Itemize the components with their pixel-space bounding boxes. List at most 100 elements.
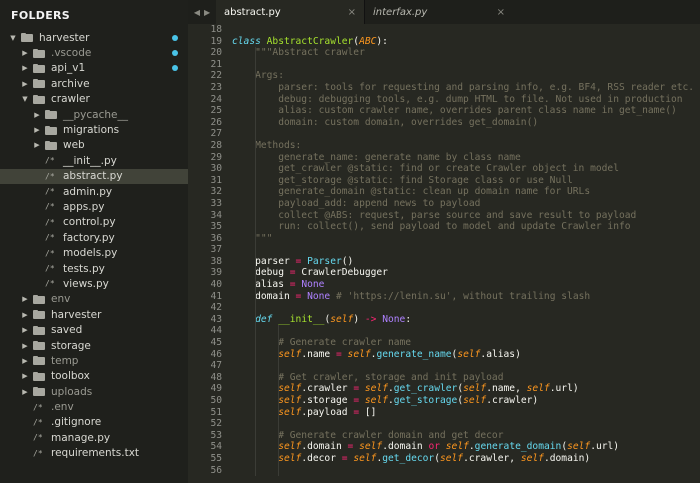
code-token: parser: tools for requesting and parsing… bbox=[232, 81, 695, 93]
code-token: debug: debugging tools, e.g. dump HTML t… bbox=[232, 93, 683, 105]
folder-item[interactable]: ▶ temp bbox=[0, 353, 188, 368]
disclosure-closed-icon[interactable]: ▶ bbox=[20, 372, 30, 380]
line-number: 48 bbox=[210, 371, 222, 383]
disclosure-closed-icon[interactable]: ▶ bbox=[20, 80, 30, 88]
file-item[interactable]: /* models.py bbox=[0, 245, 188, 260]
disclosure-closed-icon[interactable]: ▶ bbox=[20, 295, 30, 303]
code-token: payload_add: append news to payload bbox=[232, 197, 481, 209]
code-text: Methods: bbox=[222, 139, 301, 152]
code-text: """Abstract crawler bbox=[222, 47, 365, 59]
code-token: self bbox=[278, 441, 302, 453]
file-item[interactable]: /* tests.py bbox=[0, 261, 188, 276]
disclosure-closed-icon[interactable]: ▶ bbox=[20, 357, 30, 365]
folder-item[interactable]: ▶ .vscode bbox=[0, 45, 188, 60]
file-item[interactable]: /* factory.py bbox=[0, 230, 188, 245]
disclosure-closed-icon[interactable]: ▶ bbox=[32, 111, 42, 119]
disclosure-open-icon[interactable]: ▼ bbox=[20, 95, 30, 103]
folder-item[interactable]: ▶ toolbox bbox=[0, 369, 188, 384]
folder-item[interactable]: ▶ harvester bbox=[0, 307, 188, 322]
disclosure-closed-icon[interactable]: ▶ bbox=[20, 49, 30, 57]
file-icon: /* bbox=[33, 402, 43, 412]
code-token: generate_domain @static: clean up domain… bbox=[232, 186, 591, 198]
close-icon[interactable]: × bbox=[497, 7, 505, 18]
indent-guide bbox=[278, 348, 279, 361]
code-text: generate_domain @static: clean up domain… bbox=[222, 186, 590, 198]
line-number: 42 bbox=[210, 302, 222, 314]
folder-item[interactable]: ▼ crawler bbox=[0, 92, 188, 107]
file-icon: /* bbox=[45, 279, 55, 289]
code-token: self bbox=[278, 395, 302, 406]
file-icon: /* bbox=[45, 217, 55, 227]
disclosure-closed-icon[interactable]: ▶ bbox=[20, 326, 30, 334]
file-item[interactable]: /* manage.py bbox=[0, 430, 188, 445]
indent-guide bbox=[255, 337, 256, 349]
code-token: domain bbox=[232, 290, 296, 302]
disclosure-closed-icon[interactable]: ▶ bbox=[32, 141, 42, 149]
code-text: parser: tools for requesting and parsing… bbox=[222, 81, 695, 94]
file-icon: /* bbox=[45, 248, 55, 258]
tab-prev-icon[interactable]: ◀ bbox=[194, 8, 200, 17]
disclosure-closed-icon[interactable]: ▶ bbox=[32, 126, 42, 134]
folder-icon bbox=[33, 325, 45, 335]
file-item[interactable]: /* __init__.py bbox=[0, 153, 188, 168]
line-number: 39 bbox=[210, 267, 222, 279]
file-item[interactable]: /* control.py bbox=[0, 215, 188, 230]
tree-item-label: migrations bbox=[63, 124, 120, 137]
file-item[interactable]: /* requirements.txt bbox=[0, 446, 188, 461]
code-token: Args: bbox=[232, 70, 284, 82]
code-line: 50 self.storage = self.get_storage(self.… bbox=[188, 395, 700, 407]
tree-item-label: manage.py bbox=[51, 431, 111, 444]
disclosure-open-icon[interactable]: ▼ bbox=[8, 34, 18, 42]
folder-item[interactable]: ▼ harvester bbox=[0, 30, 188, 45]
tab-abstract[interactable]: abstract.py × bbox=[216, 0, 364, 24]
folder-item[interactable]: ▶ uploads bbox=[0, 384, 188, 399]
file-icon: /* bbox=[45, 187, 55, 197]
disclosure-closed-icon[interactable]: ▶ bbox=[20, 64, 30, 72]
code-line: 34 collect @ABS: request, parse source a… bbox=[188, 209, 700, 222]
indent-guide bbox=[255, 418, 256, 430]
code-token: () bbox=[341, 255, 354, 267]
code-line: 39 debug = CrawlerDebugger bbox=[188, 267, 700, 280]
disclosure-closed-icon[interactable]: ▶ bbox=[20, 342, 30, 350]
folder-item[interactable]: ▶ saved bbox=[0, 322, 188, 337]
folder-item[interactable]: ▶ migrations bbox=[0, 122, 188, 137]
file-item[interactable]: /* apps.py bbox=[0, 199, 188, 214]
close-icon[interactable]: × bbox=[348, 7, 356, 18]
folder-icon bbox=[33, 79, 45, 89]
file-item[interactable]: /* .gitignore bbox=[0, 415, 188, 430]
line-number: 35 bbox=[210, 221, 222, 233]
folder-item[interactable]: ▶ api_v1 bbox=[0, 61, 188, 76]
file-item[interactable]: /* views.py bbox=[0, 276, 188, 291]
indent-guide bbox=[255, 128, 256, 140]
code-token: .storage bbox=[301, 395, 354, 406]
file-item[interactable]: /* .env bbox=[0, 399, 188, 414]
code-text: """ bbox=[222, 232, 272, 245]
code-token: None bbox=[301, 279, 325, 291]
code-area[interactable]: 18 19 class AbstractCrawler(ABC): 20 """Abs… bbox=[188, 24, 700, 483]
file-item[interactable]: /* abstract.py bbox=[0, 168, 188, 184]
code-line: 55 self.decor = self.get_decor(self.craw… bbox=[188, 452, 700, 465]
indent-guide bbox=[255, 360, 256, 372]
folder-item[interactable]: ▶ archive bbox=[0, 76, 188, 91]
code-line: 42 bbox=[188, 302, 700, 314]
folder-item[interactable]: ▶ web bbox=[0, 138, 188, 153]
line-number: 55 bbox=[210, 452, 222, 464]
code-token: class bbox=[232, 35, 267, 47]
indent-guide bbox=[255, 186, 256, 198]
code-text: Args: bbox=[222, 70, 284, 82]
line-number: 53 bbox=[210, 429, 222, 441]
tree-item-label: admin.py bbox=[63, 185, 113, 198]
code-text: get_crawler @static: find or create Craw… bbox=[222, 163, 619, 175]
indent-guide bbox=[278, 429, 279, 442]
folder-icon bbox=[45, 140, 57, 150]
tab-interfax[interactable]: interfax.py × bbox=[365, 0, 513, 24]
folder-item[interactable]: ▶ __pycache__ bbox=[0, 107, 188, 122]
folder-item[interactable]: ▶ storage bbox=[0, 338, 188, 353]
file-item[interactable]: /* admin.py bbox=[0, 184, 188, 199]
tab-next-icon[interactable]: ▶ bbox=[204, 8, 210, 17]
disclosure-closed-icon[interactable]: ▶ bbox=[20, 311, 30, 319]
disclosure-closed-icon[interactable]: ▶ bbox=[20, 388, 30, 396]
code-token: : bbox=[405, 313, 412, 325]
folder-item[interactable]: ▶ env bbox=[0, 292, 188, 307]
